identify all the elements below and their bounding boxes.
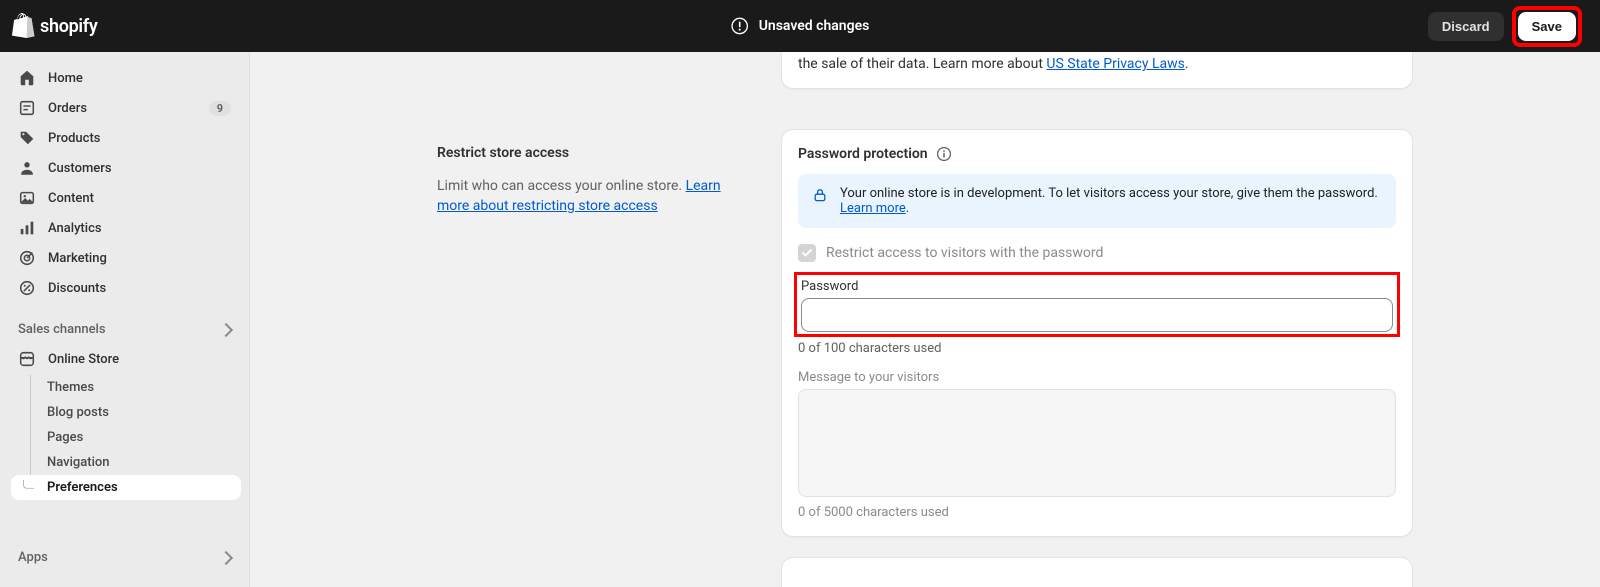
message-textarea[interactable] <box>798 389 1396 497</box>
unsaved-changes-indicator: Unsaved changes <box>731 17 870 35</box>
sidebar-item-label: Discounts <box>48 281 106 296</box>
privacy-text-suffix: . <box>1185 56 1189 72</box>
restrict-description: Restrict store access Limit who can acce… <box>437 129 753 587</box>
sidebar: Home Orders 9 Products Customers Content… <box>0 52 250 587</box>
discount-icon <box>18 279 36 297</box>
restrict-checkbox <box>798 244 816 262</box>
password-label: Password <box>801 279 1393 294</box>
privacy-text-prefix: the sale of their data. Learn more about <box>798 56 1046 72</box>
password-protection-title: Password protection <box>798 146 928 162</box>
alert-icon <box>731 17 749 35</box>
restrict-checkbox-label: Restrict access to visitors with the pas… <box>826 245 1103 261</box>
main-content: the sale of their data. Learn more about… <box>250 52 1600 587</box>
privacy-card-partial: the sale of their data. Learn more about… <box>781 52 1413 89</box>
highlight-save: Save <box>1512 6 1582 47</box>
message-label: Message to your visitors <box>798 370 1396 385</box>
sidebar-item-online-store[interactable]: Online Store <box>8 345 241 373</box>
analytics-icon <box>18 219 36 237</box>
banner-suffix: . <box>906 201 909 216</box>
check-icon <box>801 247 813 259</box>
password-protection-card: Password protection <box>781 129 1413 537</box>
sidebar-item-label: Home <box>48 71 83 86</box>
shopify-bag-icon <box>12 13 36 39</box>
highlight-password-field: Password <box>794 272 1400 337</box>
password-char-count: 0 of 100 characters used <box>798 341 1396 356</box>
unsaved-changes-label: Unsaved changes <box>759 18 870 34</box>
sales-channels-header[interactable]: Sales channels <box>8 316 241 343</box>
sidebar-item-products[interactable]: Products <box>8 124 241 152</box>
sub-item-themes[interactable]: Themes <box>31 375 241 400</box>
message-char-count: 0 of 5000 characters used <box>798 505 1396 520</box>
sidebar-item-label: Online Store <box>48 352 119 367</box>
sales-channels-label: Sales channels <box>18 322 106 337</box>
target-icon <box>18 249 36 267</box>
sidebar-item-label: Analytics <box>48 221 102 236</box>
tag-icon <box>18 129 36 147</box>
development-banner: Your online store is in development. To … <box>798 174 1396 228</box>
banner-learn-more-link[interactable]: Learn more <box>840 201 906 216</box>
sidebar-item-home[interactable]: Home <box>8 64 241 92</box>
online-store-subnav: Themes Blog posts Pages Navigation Prefe… <box>30 375 241 500</box>
home-icon <box>18 69 36 87</box>
sidebar-item-label: Orders <box>48 101 87 116</box>
sidebar-item-content[interactable]: Content <box>8 184 241 212</box>
image-icon <box>18 189 36 207</box>
restrict-desc-prefix: Limit who can access your online store. <box>437 178 686 194</box>
orders-badge: 9 <box>209 101 231 116</box>
sidebar-item-marketing[interactable]: Marketing <box>8 244 241 272</box>
sub-item-navigation[interactable]: Navigation <box>31 450 241 475</box>
banner-text: Your online store is in development. To … <box>840 186 1378 201</box>
store-icon <box>18 350 36 368</box>
sub-item-preferences[interactable]: Preferences <box>11 475 241 500</box>
sidebar-item-analytics[interactable]: Analytics <box>8 214 241 242</box>
brand-logo[interactable]: shopify <box>12 13 98 39</box>
us-state-privacy-link[interactable]: US State Privacy Laws <box>1046 56 1184 72</box>
sub-item-pages[interactable]: Pages <box>31 425 241 450</box>
person-icon <box>18 159 36 177</box>
chevron-right-icon <box>219 322 233 336</box>
restrict-title: Restrict store access <box>437 145 753 161</box>
save-button[interactable]: Save <box>1518 12 1576 41</box>
apps-label: Apps <box>18 550 48 565</box>
info-icon[interactable] <box>936 146 952 162</box>
discard-button[interactable]: Discard <box>1428 12 1504 41</box>
next-card-partial <box>781 557 1413 587</box>
sidebar-item-discounts[interactable]: Discounts <box>8 274 241 302</box>
password-input[interactable] <box>801 298 1393 332</box>
sidebar-item-orders[interactable]: Orders 9 <box>8 94 241 122</box>
brand-name: shopify <box>40 16 98 37</box>
topbar: shopify Unsaved changes Discard Save <box>0 0 1600 52</box>
restrict-checkbox-row: Restrict access to visitors with the pas… <box>798 244 1396 262</box>
sidebar-item-label: Customers <box>48 161 112 176</box>
lock-icon <box>812 186 828 204</box>
chevron-right-icon <box>219 550 233 564</box>
apps-header[interactable]: Apps <box>8 544 241 571</box>
orders-icon <box>18 99 36 117</box>
sidebar-item-label: Content <box>48 191 94 206</box>
sub-item-blog-posts[interactable]: Blog posts <box>31 400 241 425</box>
sidebar-item-label: Products <box>48 131 100 146</box>
sidebar-item-label: Marketing <box>48 251 107 266</box>
sidebar-item-customers[interactable]: Customers <box>8 154 241 182</box>
